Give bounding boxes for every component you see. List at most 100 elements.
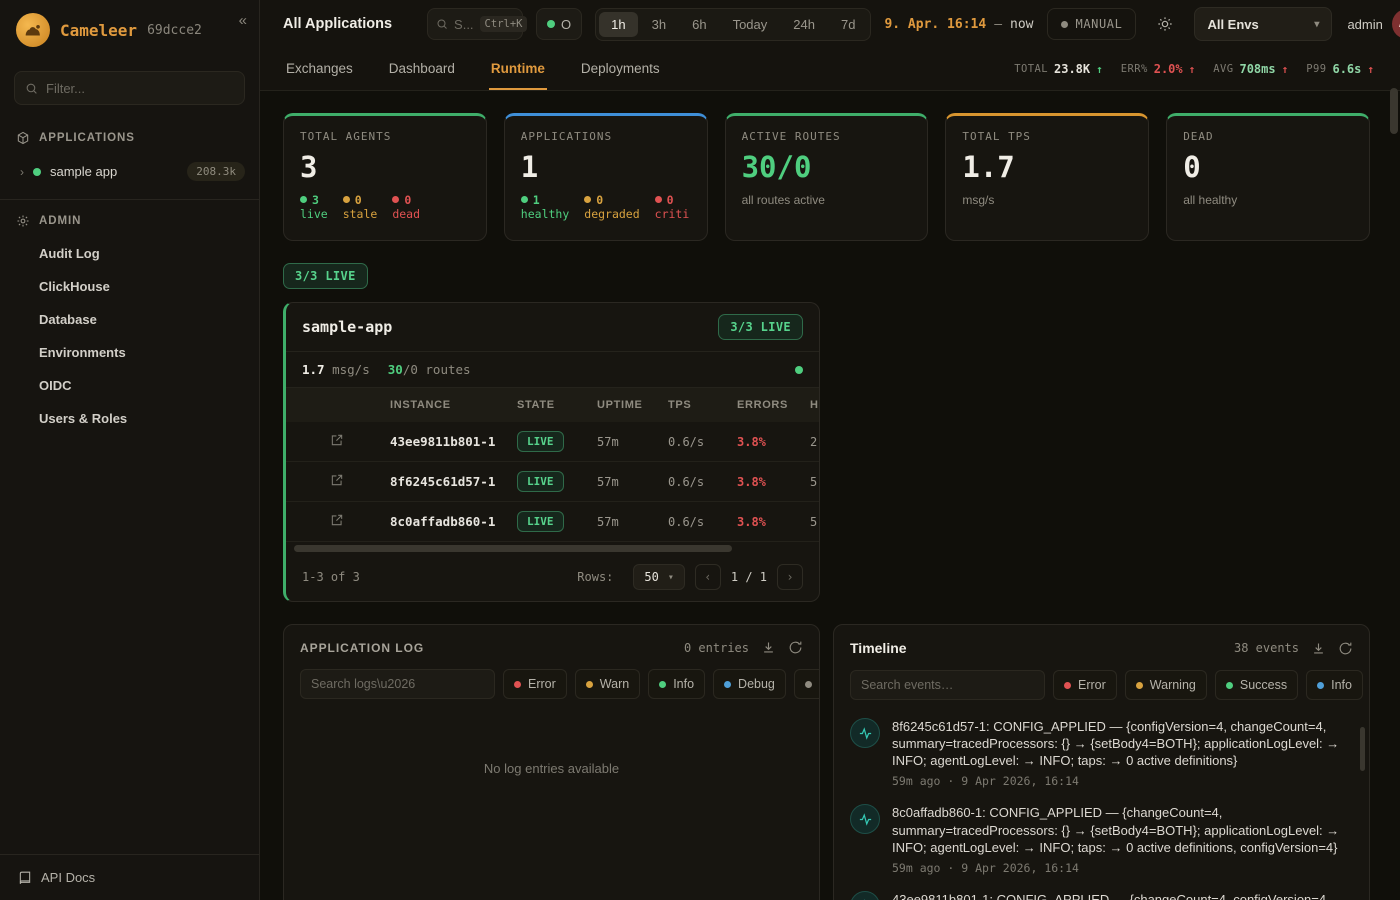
timeline-scrollbar-thumb[interactable] [1360, 727, 1365, 771]
page-scrollbar-thumb[interactable] [1390, 88, 1398, 134]
time-from: 9. Apr. 16:14 [884, 17, 986, 32]
expand-chevron-icon[interactable]: › [20, 165, 24, 179]
log-filter-error[interactable]: Error [503, 669, 567, 699]
sidebar-item-clickhouse[interactable]: ClickHouse [0, 270, 259, 303]
theme-toggle-button[interactable] [1149, 8, 1181, 40]
range-button-today[interactable]: Today [721, 12, 780, 37]
sidebar-item-users-roles[interactable]: Users & Roles [0, 402, 259, 435]
next-page-button[interactable]: › [777, 564, 803, 590]
log-search-input[interactable] [300, 669, 495, 699]
timeline-filter-success[interactable]: Success [1215, 670, 1298, 700]
range-button-1h[interactable]: 1h [599, 12, 637, 37]
tab-runtime[interactable]: Runtime [489, 48, 547, 90]
apps-healthy-count: 1 healthy [521, 193, 569, 221]
time-range-display[interactable]: 9. Apr. 16:14 — now [884, 17, 1033, 32]
refresh-icon[interactable] [1338, 641, 1353, 656]
live-status-badge: 3/3 LIVE [283, 263, 368, 289]
avatar[interactable]: AD [1392, 9, 1400, 39]
kpi-strip: TOTAL 23.8K ↑ ERR% 2.0% ↑ AVG 708ms ↑ P9… [1014, 48, 1374, 90]
log-filter-debug[interactable]: Debug [713, 669, 786, 699]
page-indicator: 1 / 1 [731, 570, 767, 584]
download-icon[interactable] [761, 640, 776, 655]
download-icon[interactable] [1311, 641, 1326, 656]
manual-refresh-button[interactable]: MANUAL [1047, 8, 1137, 40]
tab-exchanges[interactable]: Exchanges [284, 48, 355, 90]
sidebar-filter-input[interactable] [46, 81, 234, 96]
log-filter-trace[interactable]: Trace [794, 669, 820, 699]
up-arrow-icon: ↑ [1282, 63, 1289, 76]
up-arrow-icon: ↑ [1189, 63, 1196, 76]
log-empty-state: No log entries available [284, 713, 819, 824]
sidebar-item-environments[interactable]: Environments [0, 336, 259, 369]
sidebar-item-database[interactable]: Database [0, 303, 259, 336]
sidebar-filter[interactable] [14, 71, 245, 105]
instance-id-link[interactable]: 8c0affadb860-1 [390, 514, 517, 529]
range-button-24h[interactable]: 24h [781, 12, 827, 37]
timeline-event-count: 38 events [1234, 641, 1299, 655]
time-range-group: 1h 3h 6h Today 24h 7d [595, 8, 871, 41]
range-button-7d[interactable]: 7d [829, 12, 867, 37]
main-column: All Applications S... Ctrl+K O 1h 3h 6h … [260, 0, 1400, 900]
stat-card-applications: APPLICATIONS 1 1 healthy 0 degraded 0 [504, 113, 708, 241]
admin-section-label: ADMIN [0, 204, 259, 237]
scrollbar-thumb[interactable] [294, 545, 732, 552]
refresh-icon[interactable] [788, 640, 803, 655]
kpi-avg: AVG 708ms ↑ [1213, 62, 1288, 76]
timeline-filter-warning[interactable]: Warning [1125, 670, 1207, 700]
log-entry-count: 0 entries [684, 641, 749, 655]
timeline-filter-info[interactable]: Info [1306, 670, 1363, 700]
apps-degraded-count: 0 degraded [584, 193, 639, 221]
sidebar-collapse-icon[interactable]: « [239, 12, 247, 29]
gear-icon [16, 214, 30, 228]
kpi-p99: P99 6.6s ↑ [1306, 62, 1374, 76]
external-link-icon[interactable] [330, 473, 390, 490]
global-search[interactable]: S... Ctrl+K [427, 8, 523, 40]
app-card-title: sample-app [302, 318, 392, 336]
agents-dead-count: 0 dead [392, 193, 420, 221]
stat-card-active-routes: ACTIVE ROUTES 30/0 all routes active [725, 113, 929, 241]
timeline-event: 43ee9811b801-1: CONFIG_APPLIED — {change… [850, 891, 1345, 900]
prev-page-button[interactable]: ‹ [695, 564, 721, 590]
event-time: 59m ago · 9 Apr 2026, 16:14 [892, 861, 1345, 875]
stat-cards-row: TOTAL AGENTS 3 3 live 0 stale 0 [283, 113, 1370, 241]
instance-row: 8f6245c61d57-1 LIVE 57m 0.6/s 3.8% 5 [286, 462, 819, 502]
instance-id-link[interactable]: 43ee9811b801-1 [390, 434, 517, 449]
application-log-panel: APPLICATION LOG 0 entries Error Warn [283, 624, 820, 900]
online-toggle[interactable]: O [536, 8, 582, 40]
agents-live-count: 3 live [300, 193, 328, 221]
external-link-icon[interactable] [330, 433, 390, 450]
activity-icon [850, 804, 880, 834]
sidebar-item-audit-log[interactable]: Audit Log [0, 237, 259, 270]
bottom-panels: APPLICATION LOG 0 entries Error Warn [283, 624, 1370, 900]
state-badge: LIVE [517, 431, 564, 452]
api-docs-link[interactable]: API Docs [0, 854, 259, 900]
environment-select[interactable]: All Envs ▾ [1194, 7, 1332, 41]
timeline-search-input[interactable] [850, 670, 1045, 700]
app-health-dot [795, 366, 803, 374]
sidebar-item-sample-app[interactable]: › sample app 208.3k [0, 154, 259, 191]
app-logo-suffix: 69dcce2 [147, 23, 202, 38]
timeline-title: Timeline [850, 640, 907, 656]
chevron-down-icon: ▾ [1314, 19, 1319, 30]
range-button-6h[interactable]: 6h [680, 12, 718, 37]
timeline-filter-error[interactable]: Error [1053, 670, 1117, 700]
instance-table-header: INSTANCE STATE UPTIME TPS ERRORS H [286, 388, 819, 422]
tab-dashboard[interactable]: Dashboard [387, 48, 457, 90]
content-area: TOTAL AGENTS 3 3 live 0 stale 0 [260, 91, 1400, 900]
range-button-3h[interactable]: 3h [640, 12, 678, 37]
stat-card-dead: DEAD 0 all healthy [1166, 113, 1370, 241]
sidebar-item-oidc[interactable]: OIDC [0, 369, 259, 402]
live-badge-row: 3/3 LIVE [283, 263, 1370, 289]
log-filter-info[interactable]: Info [648, 669, 705, 699]
search-icon [25, 82, 38, 95]
instance-id-link[interactable]: 8f6245c61d57-1 [390, 474, 517, 489]
status-dot-green [33, 168, 41, 176]
rows-per-page-select[interactable]: 50 ▾ [633, 564, 684, 590]
external-link-icon[interactable] [330, 513, 390, 530]
log-panel-header: APPLICATION LOG 0 entries [284, 625, 819, 667]
log-filter-warn[interactable]: Warn [575, 669, 640, 699]
logo-row: Cameleer 69dcce2 « [0, 0, 259, 57]
search-icon [436, 18, 448, 30]
timeline-event: 8c0affadb860-1: CONFIG_APPLIED — {change… [850, 804, 1345, 874]
tab-deployments[interactable]: Deployments [579, 48, 662, 90]
